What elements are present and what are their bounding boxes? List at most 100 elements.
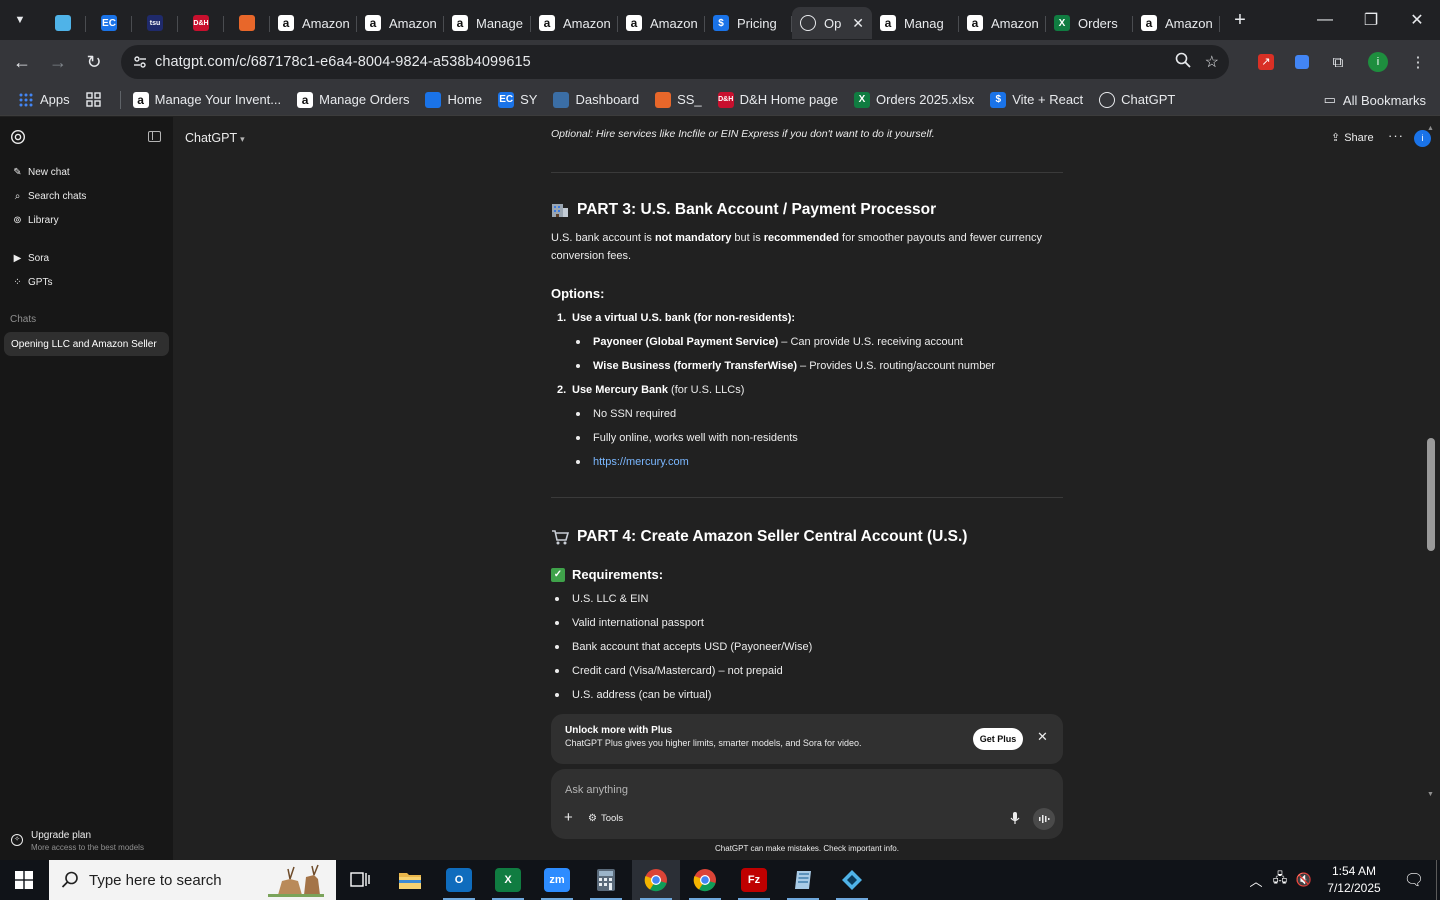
share-button[interactable]: ⇪ Share: [1331, 131, 1374, 144]
browser-tab[interactable]: a Amazon: [270, 7, 357, 39]
bookmark-item[interactable]: D&H D&H Home page: [710, 86, 846, 114]
bookmark-item[interactable]: X Orders 2025.xlsx: [846, 86, 982, 114]
user-avatar[interactable]: i: [1414, 130, 1431, 147]
back-button[interactable]: ←: [4, 44, 40, 80]
browser-tab[interactable]: a Manage: [444, 7, 531, 39]
sidebar-item-search-chats[interactable]: ⌕ Search chats: [6, 184, 168, 208]
close-tab-icon[interactable]: ✕: [852, 15, 864, 32]
volume-muted-icon[interactable]: 🔇: [1292, 872, 1316, 888]
browser-tab[interactable]: X Orders: [1046, 7, 1133, 39]
browser-tab[interactable]: tsu: [132, 7, 178, 39]
scrollbar-thumb[interactable]: [1427, 438, 1435, 551]
text-run: U.S. bank account is: [551, 232, 655, 244]
reload-button[interactable]: ↻: [76, 44, 112, 80]
sidebar-item-sora[interactable]: ▶ Sora: [6, 246, 168, 270]
ellipsis-icon: ···: [1388, 128, 1404, 143]
taskbar-app-notepad[interactable]: [779, 860, 827, 900]
add-attachment-button[interactable]: +: [564, 809, 573, 826]
get-plus-button[interactable]: Get Plus: [973, 728, 1023, 750]
tab-title: Amazon: [389, 15, 436, 31]
taskbar-app-calculator[interactable]: [582, 860, 630, 900]
sidebar-item-gpts[interactable]: ⁘ GPTs: [6, 270, 168, 294]
tab-active[interactable]: Op ✕: [792, 7, 872, 39]
scroll-down-arrow-icon[interactable]: ▼: [1427, 791, 1434, 798]
close-window-button[interactable]: ✕: [1394, 0, 1440, 40]
taskbar-app-file-explorer[interactable]: [386, 860, 434, 900]
browser-tab[interactable]: a Amazon: [531, 7, 618, 39]
scroll-up-arrow-icon[interactable]: ▲: [1427, 125, 1434, 132]
taskbar-search-box[interactable]: Type here to search: [49, 860, 336, 900]
taskbar-app-chrome[interactable]: [681, 860, 729, 900]
more-options-button[interactable]: ···: [1388, 128, 1404, 143]
browser-tab[interactable]: $ Pricing: [705, 7, 792, 39]
browser-tab[interactable]: [224, 7, 270, 39]
close-icon: ✕: [1410, 12, 1424, 29]
restore-button[interactable]: ❐: [1348, 0, 1394, 40]
tab-search-button[interactable]: ▼: [6, 6, 34, 34]
extensions-menu-button[interactable]: ⧉: [1320, 44, 1356, 80]
profile-button[interactable]: i: [1356, 44, 1400, 80]
browser-tab[interactable]: a Amazon: [1133, 7, 1220, 39]
sidebar-item-library[interactable]: ⊚ Library: [6, 208, 168, 232]
url-text[interactable]: chatgpt.com/c/687178c1-e6a4-8004-9824-a5…: [155, 54, 531, 70]
network-icon[interactable]: 🖧: [1268, 869, 1292, 891]
browser-tab[interactable]: D&H: [178, 7, 224, 39]
browser-tab[interactable]: EC: [86, 7, 132, 39]
extension-button[interactable]: [1284, 44, 1320, 80]
deer-search-highlight-icon: [268, 863, 324, 897]
taskbar-app-zoom[interactable]: zm: [533, 860, 581, 900]
browser-tab[interactable]: a Amazon: [959, 7, 1046, 39]
taskbar-app-chrome[interactable]: [632, 860, 680, 900]
voice-mode-button[interactable]: [1033, 808, 1055, 830]
taskbar-app-excel[interactable]: X: [484, 860, 532, 900]
forward-button[interactable]: →: [40, 44, 76, 80]
bookmark-item[interactable]: Apps: [10, 86, 78, 114]
browser-tab[interactable]: a Amazon: [618, 7, 705, 39]
bookmark-item[interactable]: SS_: [647, 86, 710, 114]
show-hidden-icons-button[interactable]: ︿: [1244, 871, 1268, 890]
show-desktop-button[interactable]: [1436, 860, 1440, 900]
taskbar-app-task-view[interactable]: [336, 860, 384, 900]
upgrade-plan-button[interactable]: ✧ Upgrade plan More access to the best m…: [0, 822, 173, 860]
all-bookmarks-button[interactable]: ▭ All Bookmarks: [1316, 86, 1434, 114]
sidebar-toggle-icon[interactable]: [148, 131, 161, 142]
prompt-input[interactable]: [565, 782, 1005, 798]
model-selector[interactable]: ChatGPT ▾: [185, 131, 245, 145]
taskbar-app-diamond-app[interactable]: [828, 860, 876, 900]
minimize-button[interactable]: —: [1302, 0, 1348, 40]
extension-button[interactable]: ↗: [1248, 44, 1284, 80]
address-bar[interactable]: chatgpt.com/c/687178c1-e6a4-8004-9824-a5…: [121, 45, 1229, 79]
taskbar-app-filezilla[interactable]: Fz: [730, 860, 778, 900]
bookmark-item[interactable]: EC SY: [490, 86, 545, 114]
microphone-icon[interactable]: [1009, 811, 1021, 825]
new-tab-button[interactable]: +: [1224, 9, 1256, 32]
bookmark-item[interactable]: a Manage Your Invent...: [125, 86, 289, 114]
site-info-button[interactable]: [125, 56, 155, 68]
start-button[interactable]: [0, 860, 48, 900]
bookmark-item[interactable]: Dashboard: [545, 86, 647, 114]
bookmark-star-icon[interactable]: ☆: [1205, 52, 1219, 72]
zoom-icon[interactable]: [1175, 52, 1191, 73]
browser-tab[interactable]: a Amazon: [357, 7, 444, 39]
bookmark-item[interactable]: Home: [417, 86, 490, 114]
notifications-icon[interactable]: 🗨: [1392, 870, 1436, 890]
chrome-menu-button[interactable]: ⋮: [1400, 44, 1436, 80]
bookmark-item[interactable]: ChatGPT: [1091, 86, 1183, 114]
dismiss-banner-button[interactable]: ✕: [1037, 729, 1048, 745]
tools-button[interactable]: ⚙ Tools: [588, 813, 623, 824]
tab-groups-button[interactable]: [78, 86, 116, 114]
clock[interactable]: 1:54 AM 7/12/2025: [1316, 863, 1392, 897]
bookmark-item[interactable]: $ Vite + React: [982, 86, 1091, 114]
browser-tab[interactable]: a Manag: [872, 7, 959, 39]
all-bookmarks-label: All Bookmarks: [1342, 92, 1426, 108]
address-bar-actions: ☆: [1175, 45, 1219, 79]
browser-tab[interactable]: [40, 7, 86, 39]
sidebar-item-new-chat[interactable]: ✎ New chat: [6, 160, 168, 184]
chat-item-active[interactable]: Opening LLC and Amazon Seller: [4, 332, 169, 356]
mercury-link[interactable]: https://mercury.com: [593, 456, 689, 468]
bookmark-label: Manage Your Invent...: [154, 92, 282, 107]
taskbar-app-outlook[interactable]: O: [435, 860, 483, 900]
chatgpt-logo-icon[interactable]: [10, 129, 26, 145]
bookmark-item[interactable]: a Manage Orders: [289, 86, 417, 114]
amazon-icon: a: [365, 15, 381, 31]
